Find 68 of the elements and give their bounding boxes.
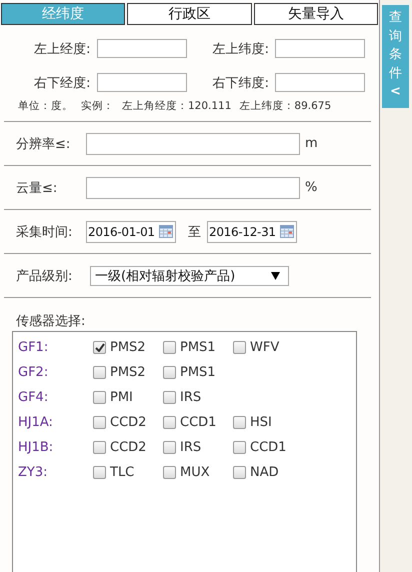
unit-label: % xyxy=(305,180,318,195)
input-field[interactable] xyxy=(275,73,365,92)
field-label: 右下经度: xyxy=(34,74,90,92)
sensor-checkbox[interactable]: HSI xyxy=(233,415,303,430)
sensor-checkbox[interactable]: PMS1 xyxy=(163,365,233,380)
checkbox[interactable] xyxy=(93,341,106,354)
sensor-checkbox[interactable]: CCD2 xyxy=(93,415,163,430)
checkbox[interactable] xyxy=(93,416,106,429)
sensor-checkbox[interactable]: TLC xyxy=(93,465,163,480)
sensor-checkbox[interactable]: WFV xyxy=(233,340,303,355)
checkbox[interactable] xyxy=(93,366,106,379)
checkbox[interactable] xyxy=(163,366,176,379)
field-label: 分辨率≤: xyxy=(16,136,72,152)
checkbox[interactable] xyxy=(163,341,176,354)
input-field[interactable] xyxy=(86,132,300,154)
dropdown-arrow-icon xyxy=(271,272,280,280)
sensor-checkbox[interactable]: CCD1 xyxy=(233,440,303,455)
field-label: 左上经度: xyxy=(34,40,90,58)
checkbox[interactable] xyxy=(93,441,106,454)
sensor-checkbox[interactable]: PMS1 xyxy=(163,340,233,355)
checkbox[interactable] xyxy=(163,441,176,454)
field-label: 云量≤: xyxy=(16,180,58,196)
tab[interactable]: 矢量导入 xyxy=(254,3,378,25)
note-text: 实例： xyxy=(81,99,114,114)
sensor-checkbox[interactable]: PMS2 xyxy=(93,365,163,380)
satellite-label: HJ1A: xyxy=(18,415,54,430)
satellite-label: GF2: xyxy=(18,365,50,380)
section-label: 传感器选择: xyxy=(16,314,86,329)
sensor-checkbox[interactable]: NAD xyxy=(233,465,303,480)
calendar-icon xyxy=(159,225,173,238)
sensor-checkbox[interactable]: PMS2 xyxy=(93,340,163,355)
checkbox[interactable] xyxy=(233,466,246,479)
field-label: 左上纬度: xyxy=(212,40,269,58)
field-label: 采集时间: xyxy=(16,224,74,240)
sensor-checkbox[interactable]: PMI xyxy=(93,390,163,405)
checkbox[interactable] xyxy=(163,466,176,479)
product-dropdown[interactable]: 一级(相对辐射校验产品) xyxy=(90,266,289,286)
satellite-label: GF4: xyxy=(18,390,50,405)
note-text: 左上角经度：120.111 xyxy=(122,99,232,114)
satellite-label: HJ1B: xyxy=(18,440,54,455)
sensor-checkbox[interactable]: CCD1 xyxy=(163,415,233,430)
date-field[interactable]: 2016-12-31 xyxy=(207,220,297,242)
checkbox[interactable] xyxy=(233,416,246,429)
note-text: 单位：度。 xyxy=(18,99,73,114)
sensor-checkbox[interactable]: IRS xyxy=(163,440,233,455)
sensor-checkbox[interactable]: CCD2 xyxy=(93,440,163,455)
checkbox[interactable] xyxy=(233,341,246,354)
checkbox[interactable] xyxy=(93,391,106,404)
note-text: 左上纬度：89.675 xyxy=(239,99,332,114)
satellite-label: ZY3: xyxy=(18,465,48,480)
field-label: 右下纬度: xyxy=(212,74,269,92)
checkbox[interactable] xyxy=(233,441,246,454)
input-field[interactable] xyxy=(275,39,365,58)
sensor-checkbox[interactable]: IRS xyxy=(163,390,233,405)
input-field[interactable] xyxy=(96,39,186,58)
sensor-checkbox[interactable]: MUX xyxy=(163,465,233,480)
checkbox[interactable] xyxy=(93,466,106,479)
calendar-icon xyxy=(280,225,294,238)
range-separator: 至 xyxy=(188,224,201,240)
input-field[interactable] xyxy=(96,73,186,92)
checkbox[interactable] xyxy=(163,391,176,404)
checkbox[interactable] xyxy=(163,416,176,429)
tab[interactable]: 行政区 xyxy=(127,3,252,25)
field-label: 产品级别: xyxy=(16,268,74,284)
unit-label: m xyxy=(305,136,318,151)
satellite-label: GF1: xyxy=(18,340,50,355)
input-field[interactable] xyxy=(86,176,300,198)
date-field[interactable]: 2016-01-01 xyxy=(86,220,176,242)
